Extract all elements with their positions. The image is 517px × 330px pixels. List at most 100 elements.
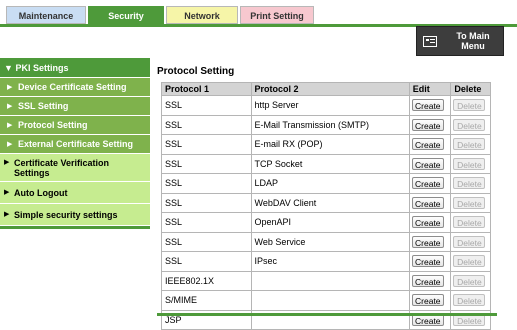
tab-print-setting[interactable]: Print Setting — [240, 6, 314, 24]
table-row: SSL TCP Socket Create Delete — [161, 153, 491, 174]
delete-cell: Delete — [450, 251, 491, 272]
protocol-1-cell: S/MIME — [161, 290, 252, 311]
triangle-right-icon: ▶ — [7, 103, 13, 110]
protocol-2-cell: OpenAPI — [250, 212, 410, 233]
delete-cell: Delete — [450, 173, 491, 194]
create-button[interactable]: Create — [411, 294, 444, 307]
sidebar-item-pki-settings[interactable]: ▼ PKI Settings — [0, 58, 150, 78]
delete-cell: Delete — [450, 290, 491, 311]
edit-cell: Create — [408, 192, 452, 213]
delete-button: Delete — [453, 255, 486, 268]
table-row: SSL WebDAV Client Create Delete — [161, 192, 491, 213]
protocol-1-cell: SSL — [161, 212, 252, 233]
to-main-menu-button[interactable]: To Main Menu — [416, 26, 504, 56]
delete-cell: Delete — [450, 134, 491, 155]
triangle-right-icon: ▶ — [4, 211, 10, 218]
delete-button: Delete — [453, 274, 486, 287]
protocol-2-cell: WebDAV Client — [250, 192, 410, 213]
protocol-2-cell: E-Mail Transmission (SMTP) — [250, 114, 410, 135]
delete-cell: Delete — [450, 114, 491, 135]
delete-button: Delete — [453, 157, 486, 170]
column-header-protocol-1: Protocol 1 — [161, 82, 252, 96]
menu-icon — [423, 36, 437, 47]
delete-button: Delete — [453, 138, 486, 151]
edit-cell: Create — [408, 212, 452, 233]
column-header-delete: Delete — [450, 82, 491, 96]
edit-cell: Create — [408, 95, 452, 116]
triangle-right-icon: ▶ — [4, 159, 10, 166]
triangle-right-icon: ▶ — [7, 122, 13, 129]
protocol-1-cell: IEEE802.1X — [161, 270, 252, 291]
create-button[interactable]: Create — [411, 196, 444, 209]
tab-network[interactable]: Network — [166, 6, 238, 24]
protocol-2-cell: IPsec — [250, 251, 410, 272]
delete-button: Delete — [453, 118, 486, 131]
protocol-1-cell: SSL — [161, 134, 252, 155]
protocol-1-cell: SSL — [161, 173, 252, 194]
table-row: SSL Web Service Create Delete — [161, 231, 491, 252]
protocol-2-cell: http Server — [250, 95, 410, 116]
protocol-2-cell — [250, 270, 410, 291]
sidebar-item-device-certificate-setting[interactable]: ▶ Device Certificate Setting — [0, 78, 150, 97]
create-button[interactable]: Create — [411, 138, 444, 151]
create-button[interactable]: Create — [411, 216, 444, 229]
delete-cell: Delete — [450, 270, 491, 291]
protocol-2-cell: LDAP — [250, 173, 410, 194]
protocol-2-cell — [250, 290, 410, 311]
edit-cell: Create — [408, 153, 452, 174]
edit-cell: Create — [408, 231, 452, 252]
page-title: Protocol Setting — [157, 66, 235, 77]
protocol-2-cell: E-mail RX (POP) — [250, 134, 410, 155]
sidebar-item-auto-logout[interactable]: ▶ Auto Logout — [0, 182, 150, 204]
delete-button: Delete — [453, 99, 486, 112]
create-button[interactable]: Create — [411, 177, 444, 190]
create-button[interactable]: Create — [411, 255, 444, 268]
delete-cell: Delete — [450, 192, 491, 213]
protocol-2-cell: Web Service — [250, 231, 410, 252]
table-row: IEEE802.1X Create Delete — [161, 270, 491, 291]
table-row: SSL http Server Create Delete — [161, 95, 491, 116]
create-button[interactable]: Create — [411, 118, 444, 131]
table-row: SSL E-Mail Transmission (SMTP) Create Delet… — [161, 114, 491, 135]
create-button[interactable]: Create — [411, 99, 444, 112]
protocol-1-cell: SSL — [161, 251, 252, 272]
create-button[interactable]: Create — [411, 274, 444, 287]
triangle-right-icon: ▶ — [7, 141, 13, 148]
table-row: SSL IPsec Create Delete — [161, 251, 491, 272]
triangle-right-icon: ▶ — [4, 189, 10, 196]
sidebar-item-protocol-setting[interactable]: ▶ Protocol Setting — [0, 116, 150, 135]
sidebar-item-simple-security-settings[interactable]: ▶ Simple security settings — [0, 204, 150, 226]
protocol-2-cell: TCP Socket — [250, 153, 410, 174]
sidebar-item-external-certificate-setting[interactable]: ▶ External Certificate Setting — [0, 135, 150, 154]
tab-security[interactable]: Security — [88, 6, 164, 24]
table-row: SSL E-mail RX (POP) Create Delete — [161, 134, 491, 155]
edit-cell: Create — [408, 173, 452, 194]
create-button[interactable]: Create — [411, 235, 444, 248]
tab-maintenance[interactable]: Maintenance — [6, 6, 86, 24]
table-header-row: Protocol 1 Protocol 2 Edit Delete — [161, 82, 491, 96]
edit-cell: Create — [408, 290, 452, 311]
sidebar-bottom-line — [0, 226, 150, 229]
delete-button: Delete — [453, 196, 486, 209]
sidebar-item-certificate-verification-settings[interactable]: ▶ Certificate Verification Settings — [0, 154, 150, 182]
protocol-1-cell: SSL — [161, 95, 252, 116]
protocol-table: Protocol 1 Protocol 2 Edit Delete SSL htt… — [161, 82, 491, 330]
content-bottom-line — [157, 313, 497, 316]
protocol-1-cell: SSL — [161, 192, 252, 213]
top-tabs: Maintenance Security Network Print Setti… — [6, 6, 316, 24]
delete-button: Delete — [453, 294, 486, 307]
sidebar-item-ssl-setting[interactable]: ▶ SSL Setting — [0, 97, 150, 116]
column-header-protocol-2: Protocol 2 — [250, 82, 410, 96]
delete-cell: Delete — [450, 231, 491, 252]
to-main-menu-label: To Main Menu — [456, 31, 490, 51]
table-row: S/MIME Create Delete — [161, 290, 491, 311]
table-row: SSL LDAP Create Delete — [161, 173, 491, 194]
delete-cell: Delete — [450, 212, 491, 233]
delete-cell: Delete — [450, 153, 491, 174]
edit-cell: Create — [408, 114, 452, 135]
column-header-edit: Edit — [408, 82, 452, 96]
table-row: SSL OpenAPI Create Delete — [161, 212, 491, 233]
delete-button: Delete — [453, 177, 486, 190]
create-button[interactable]: Create — [411, 157, 444, 170]
sidebar: ▼ PKI Settings ▶ Device Certificate Sett… — [0, 58, 150, 229]
